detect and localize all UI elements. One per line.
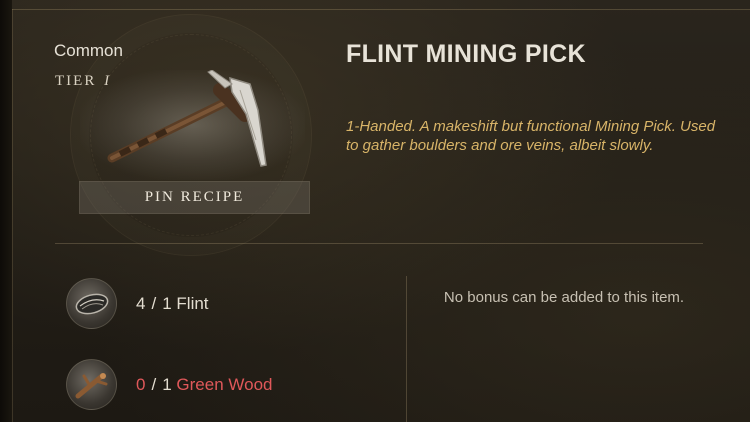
pin-recipe-button[interactable]: PIN RECIPE (79, 181, 310, 214)
item-rarity: Common (54, 41, 123, 60)
item-title: FLINT MINING PICK (346, 40, 586, 68)
item-description: 1-Handed. A makeshift but functional Min… (346, 118, 716, 154)
ingredient-separator: / (151, 374, 157, 394)
ingredient-need: 1 (162, 293, 172, 313)
ingredient-row[interactable]: 4/1 Flint (66, 278, 209, 329)
ingredient-name: Green Wood (176, 374, 273, 394)
ingredient-text: 0/1 Green Wood (136, 375, 272, 395)
frame-left-border (12, 9, 13, 422)
ingredient-have: 4 (136, 293, 146, 313)
section-divider (55, 243, 703, 244)
frame-top-border (12, 9, 750, 10)
item-image (80, 69, 305, 180)
bonus-message: No bonus can be added to this item. (443, 289, 685, 306)
flint-icon (66, 278, 117, 329)
ingredient-text: 4/1 Flint (136, 294, 209, 314)
crafting-panel: Common TIER I PIN RECIPE FLINT MINING PI… (0, 0, 750, 422)
mining-pick-icon (107, 69, 267, 167)
column-divider (406, 276, 407, 422)
ingredient-row[interactable]: 0/1 Green Wood (66, 359, 272, 410)
green-wood-icon (66, 359, 117, 410)
ingredient-separator: / (151, 293, 157, 313)
panel-edge (0, 0, 12, 422)
ingredient-name: Flint (176, 293, 209, 313)
ingredient-have: 0 (136, 374, 146, 394)
ingredient-need: 1 (162, 374, 172, 394)
